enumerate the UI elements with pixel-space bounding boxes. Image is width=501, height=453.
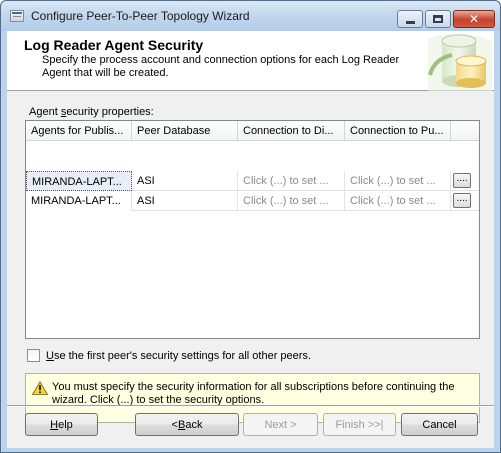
wizard-window: Configure Peer-To-Peer Topology Wizard ✕…	[0, 0, 501, 453]
warning-icon	[32, 381, 48, 395]
wizard-header: Log Reader Agent Security Specify the pr…	[7, 31, 494, 91]
help-button[interactable]: Help	[25, 413, 98, 436]
peer-database-cell[interactable]: ASI	[132, 191, 238, 211]
agent-security-properties-label: Agent security properties:	[29, 106, 154, 118]
column-header-peer-database[interactable]: Peer Database	[132, 121, 238, 141]
distributor-connection-cell[interactable]: Click (...) to set ...	[238, 191, 345, 211]
close-button[interactable]: ✕	[453, 10, 495, 28]
minimize-button[interactable]	[397, 10, 423, 28]
back-button[interactable]: < Back	[135, 413, 239, 436]
table-row[interactable]: MIRANDA-LAPT... ASI Click (...) to set .…	[26, 191, 479, 211]
row1-ellipsis-button[interactable]: ....	[453, 173, 471, 188]
window-title: Configure Peer-To-Peer Topology Wizard	[31, 9, 250, 23]
grid-header: Agents for Publis... Peer Database Conne…	[26, 121, 479, 141]
cancel-button[interactable]: Cancel	[401, 413, 478, 436]
use-first-peer-settings-label[interactable]: Use the first peer's security settings f…	[46, 350, 311, 362]
minimize-icon	[405, 20, 415, 24]
title-bar[interactable]: Configure Peer-To-Peer Topology Wizard ✕	[1, 1, 500, 31]
publisher-connection-cell[interactable]: Click (...) to set ...	[345, 171, 451, 191]
use-first-peer-settings-option[interactable]: Use the first peer's security settings f…	[27, 349, 311, 362]
column-header-blank	[451, 121, 479, 141]
footer-separator	[7, 405, 494, 407]
agent-cell[interactable]: MIRANDA-LAPT...	[26, 191, 132, 211]
column-header-agents[interactable]: Agents for Publis...	[26, 121, 132, 141]
finish-button[interactable]: Finish >>|	[323, 413, 396, 436]
agent-cell[interactable]: MIRANDA-LAPT...	[26, 171, 132, 191]
column-header-connection-publisher[interactable]: Connection to Pu...	[345, 121, 451, 141]
page-description: Specify the process account and connecti…	[42, 54, 400, 79]
maximize-button[interactable]	[425, 10, 451, 28]
page-title: Log Reader Agent Security	[24, 37, 204, 53]
maximize-icon	[433, 15, 443, 23]
distributor-connection-cell[interactable]: Click (...) to set ...	[238, 171, 345, 191]
agent-security-grid[interactable]: Agents for Publis... Peer Database Conne…	[25, 120, 480, 339]
publisher-connection-cell[interactable]: Click (...) to set ...	[345, 191, 451, 211]
row2-ellipsis-button[interactable]: ....	[453, 193, 471, 208]
column-header-connection-distributor[interactable]: Connection to Di...	[238, 121, 345, 141]
close-icon: ✕	[468, 12, 480, 26]
wizard-client-area: Log Reader Agent Security Specify the pr…	[7, 31, 494, 448]
wizard-app-icon	[10, 10, 24, 22]
warning-text: You must specify the security informatio…	[52, 381, 455, 406]
next-button[interactable]: Next >	[243, 413, 318, 436]
peer-database-cell[interactable]: ASI	[132, 171, 238, 191]
use-first-peer-settings-checkbox[interactable]	[27, 349, 40, 362]
table-row[interactable]: MIRANDA-LAPT... ASI Click (...) to set .…	[26, 171, 479, 191]
database-graphic-icon	[422, 31, 494, 91]
